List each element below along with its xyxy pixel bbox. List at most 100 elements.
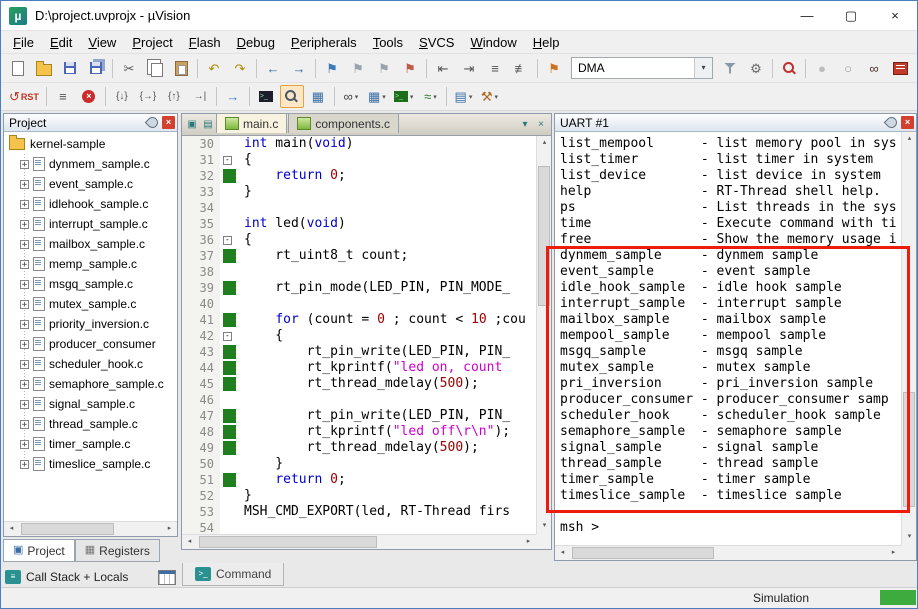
indent-icon[interactable]: ⇥ <box>457 57 481 80</box>
toggle-bookmark-icon[interactable]: ⚑ <box>320 57 344 80</box>
editor-tab-components.c[interactable]: components.c <box>288 113 400 133</box>
scrollbar-thumb[interactable] <box>572 547 715 559</box>
scrollbar-track[interactable] <box>537 151 551 519</box>
expand-icon[interactable]: + <box>20 159 29 169</box>
split-editor-icon[interactable]: ▤ <box>200 116 216 134</box>
watch-windows-icon[interactable]: ∞ ▾ <box>339 85 363 108</box>
undo-icon[interactable]: ↶ <box>202 57 226 80</box>
scrollbar-thumb[interactable] <box>21 523 114 535</box>
tree-item-msgq_sample.c[interactable]: + msgq_sample.c <box>4 274 177 294</box>
tab-list-icon[interactable]: ▾ <box>517 116 533 134</box>
step-into-icon[interactable]: {↓} <box>110 85 134 108</box>
menu-window[interactable]: Window <box>462 31 524 54</box>
expand-icon[interactable]: + <box>20 459 29 469</box>
toolbox-icon[interactable]: ⚒ ▾ <box>477 85 501 108</box>
tree-item-interrupt_sample.c[interactable]: + interrupt_sample.c <box>4 214 177 234</box>
analysis-windows-icon[interactable]: ≈ ▾ <box>418 85 442 108</box>
editor-tab-main.c[interactable]: main.c <box>216 113 288 133</box>
tree-item-thread_sample.c[interactable]: + thread_sample.c <box>4 414 177 434</box>
expand-icon[interactable]: + <box>20 339 29 349</box>
maximize-editor-icon[interactable]: ▣ <box>184 116 200 134</box>
tree-item-priority_inversion.c[interactable]: + priority_inversion.c <box>4 314 177 334</box>
books-icon[interactable] <box>888 57 912 80</box>
code-line-30[interactable]: 30 int main(void) <box>182 136 536 152</box>
save-all-icon[interactable] <box>84 57 108 80</box>
tree-item-event_sample.c[interactable]: + event_sample.c <box>4 174 177 194</box>
close-file-icon[interactable]: × <box>533 116 549 134</box>
kill-breakpoints-icon[interactable] <box>77 85 101 108</box>
expand-icon[interactable]: + <box>20 219 29 229</box>
code-line-37[interactable]: 37 rt_uint8_t count; <box>182 248 536 264</box>
tree-item-timer_sample.c[interactable]: + timer_sample.c <box>4 434 177 454</box>
debug-views-icon[interactable]: ∞ <box>862 57 886 80</box>
go-icon[interactable]: → <box>221 85 245 108</box>
fold-icon[interactable]: - <box>223 331 232 341</box>
code-line-52[interactable]: 52} <box>182 488 536 504</box>
scrollbar-thumb[interactable] <box>538 165 550 306</box>
expand-icon[interactable]: + <box>20 319 29 329</box>
uncomment-icon[interactable]: ≢ <box>509 57 533 80</box>
menu-help[interactable]: Help <box>525 31 568 54</box>
tree-item-signal_sample.c[interactable]: + signal_sample.c <box>4 394 177 414</box>
tree-item-semaphore_sample.c[interactable]: + semaphore_sample.c <box>4 374 177 394</box>
copy-icon[interactable] <box>143 57 167 80</box>
uart-hscrollbar[interactable]: ◂ ▸ <box>555 545 901 560</box>
menu-edit[interactable]: Edit <box>42 31 80 54</box>
tree-item-dynmem_sample.c[interactable]: + dynmem_sample.c <box>4 154 177 174</box>
clear-bookmarks-icon[interactable]: ⚑ <box>398 57 422 80</box>
navigate-back-icon[interactable]: ← <box>261 57 285 80</box>
scrollbar-track[interactable] <box>19 522 162 536</box>
code-line-32[interactable]: 32 return 0; <box>182 168 536 184</box>
cut-icon[interactable]: ✂ <box>117 57 141 80</box>
code-line-38[interactable]: 38 <box>182 264 536 280</box>
serial-window-icon[interactable] <box>279 85 304 108</box>
prev-bookmark-icon[interactable]: ⚑ <box>346 57 370 80</box>
code-line-31[interactable]: 31- { <box>182 152 536 168</box>
code-line-53[interactable]: 53 MSH_CMD_EXPORT(led, RT-Thread firs <box>182 504 536 520</box>
debug-target-icon[interactable]: ⚑ <box>542 57 566 80</box>
scroll-right-icon[interactable]: ▸ <box>162 522 177 537</box>
expand-icon[interactable]: + <box>20 359 29 369</box>
uart-output[interactable]: list_mempool - list memory pool in sys lis… <box>555 132 901 545</box>
uart-vscrollbar[interactable]: ▴ ▾ <box>901 132 916 545</box>
tree-root-kernel-sample[interactable]: kernel-sample <box>4 134 177 154</box>
step-out-icon[interactable]: {↑} <box>162 85 186 108</box>
code-line-42[interactable]: 42- { <box>182 328 536 344</box>
scroll-left-icon[interactable]: ◂ <box>182 535 197 550</box>
tree-item-timeslice_sample.c[interactable]: + timeslice_sample.c <box>4 454 177 474</box>
close-panel-icon[interactable]: × <box>162 116 175 129</box>
code-line-41[interactable]: 41 for (count = 0 ; count < 10 ;cou <box>182 312 536 328</box>
code-line-46[interactable]: 46 <box>182 392 536 408</box>
scrollbar-track[interactable] <box>902 147 916 530</box>
scroll-left-icon[interactable]: ◂ <box>4 522 19 537</box>
panel-tab-project[interactable]: ▣ Project <box>3 539 75 562</box>
tree-item-mutex_sample.c[interactable]: + mutex_sample.c <box>4 294 177 314</box>
menu-flash[interactable]: Flash <box>181 31 229 54</box>
menu-peripherals[interactable]: Peripherals <box>283 31 365 54</box>
menu-project[interactable]: Project <box>124 31 180 54</box>
scroll-down-icon[interactable]: ▾ <box>537 519 552 534</box>
code-line-48[interactable]: 48 rt_kprintf("led off\r\n"); <box>182 424 536 440</box>
code-line-39[interactable]: 39 rt_pin_mode(LED_PIN, PIN_MODE_ <box>182 280 536 296</box>
expand-icon[interactable]: + <box>20 279 29 289</box>
expand-icon[interactable]: + <box>20 399 29 409</box>
scrollbar-thumb[interactable] <box>199 536 378 548</box>
menu-view[interactable]: View <box>80 31 124 54</box>
project-hscrollbar[interactable]: ◂ ▸ <box>4 521 177 536</box>
code-line-50[interactable]: 50 } <box>182 456 536 472</box>
breakpoint-circle-icon[interactable]: ○ <box>836 57 860 80</box>
save-icon[interactable] <box>58 57 82 80</box>
navigate-forward-icon[interactable]: → <box>287 57 311 80</box>
fold-icon[interactable]: - <box>223 235 232 245</box>
code-line-34[interactable]: 34 <box>182 200 536 216</box>
command-window-icon[interactable] <box>254 85 278 108</box>
menu-svcs[interactable]: SVCS <box>411 31 462 54</box>
redo-icon[interactable]: ↷ <box>228 57 252 80</box>
maximize-button[interactable]: ▢ <box>829 1 873 31</box>
step-over-icon[interactable]: {→} <box>136 85 160 108</box>
options-for-target-icon[interactable] <box>718 57 742 80</box>
editor-vscrollbar[interactable]: ▴ ▾ <box>536 136 551 534</box>
code-line-36[interactable]: 36- { <box>182 232 536 248</box>
target-select[interactable]: DMA ▾ <box>571 57 713 79</box>
new-file-icon[interactable] <box>6 57 30 80</box>
